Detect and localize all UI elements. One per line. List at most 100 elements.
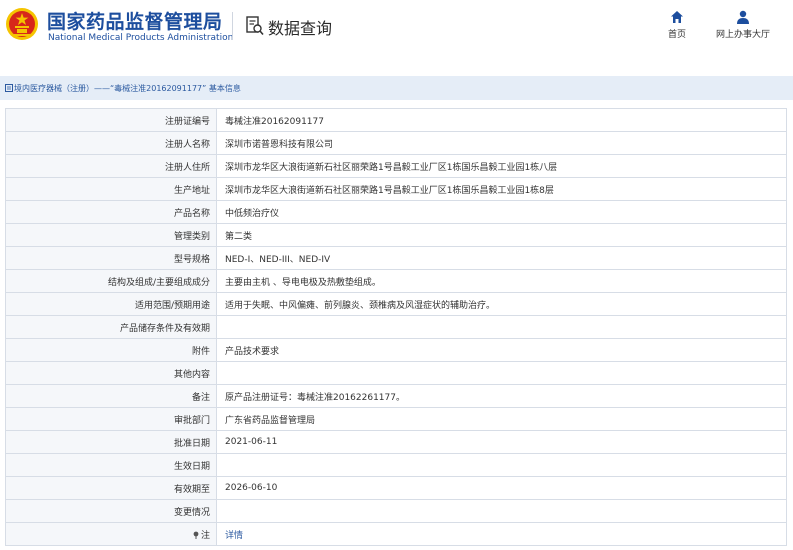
field-label-text: 有效期至 xyxy=(173,484,210,495)
field-label-text: 批准日期 xyxy=(173,438,210,449)
field-label: 备注 xyxy=(5,384,217,408)
field-label: 适用范围/预期用途 xyxy=(5,292,217,316)
data-query-icon xyxy=(246,16,264,36)
registration-detail-table: 注册证编号 毒械注准20162091177 注册人名称 深圳市诺普恩科技有限公司 注册人… xyxy=(5,108,787,546)
user-icon xyxy=(737,10,749,24)
table-row: 有效期至 2026-06-10 xyxy=(5,476,787,500)
field-label-text: 生效日期 xyxy=(173,461,210,472)
field-value: 深圳市龙华区大浪街道新石社区丽荣路1号昌毅工业厂区1栋国乐昌毅工业园1栋8层 xyxy=(216,177,787,201)
field-value-text: 广东省药品监督管理局 xyxy=(225,415,316,426)
field-label: 附件 xyxy=(5,338,217,362)
field-label-text: 其他内容 xyxy=(173,369,210,380)
field-value: 深圳市龙华区大浪街道新石社区丽荣路1号昌毅工业厂区1栋国乐昌毅工业园1栋八层 xyxy=(216,154,787,178)
field-label: 批准日期 xyxy=(5,430,217,454)
field-label-text: 注 xyxy=(200,530,210,541)
home-icon xyxy=(671,11,683,23)
table-row: 附件 产品技术要求 xyxy=(5,338,787,362)
field-label: 注册人名称 xyxy=(5,131,217,155)
section-title: 数据查询 xyxy=(268,19,333,38)
breadcrumb-trail[interactable]: 境内医疗器械（注册）——“毒械注准20162091177” 基本信息 xyxy=(5,83,241,94)
field-value: 广东省药品监督管理局 xyxy=(216,407,787,431)
field-label-text: 备注 xyxy=(191,392,210,403)
field-label-text: 产品名称 xyxy=(173,208,210,219)
table-row: 结构及组成/主要组成成分 主要由主机 、导电电极及热敷垫组成。 xyxy=(5,269,787,293)
table-row: 注册人名称 深圳市诺普恩科技有限公司 xyxy=(5,131,787,155)
field-value-text: 主要由主机 、导电电极及热敷垫组成。 xyxy=(225,277,381,288)
table-row: 型号规格 NED-I、NED-III、NED-IV xyxy=(5,246,787,270)
pin-icon xyxy=(193,531,199,539)
field-value-text: 2021-06-11 xyxy=(225,437,278,447)
field-value xyxy=(216,453,787,477)
field-label: 注册人住所 xyxy=(5,154,217,178)
field-label-text: 产品储存条件及有效期 xyxy=(119,323,210,334)
field-value-text: 毒械注准20162091177 xyxy=(225,116,324,127)
table-row: 管理类别 第二类 xyxy=(5,223,787,247)
field-label: 产品储存条件及有效期 xyxy=(5,315,217,339)
nav-home-label: 首页 xyxy=(667,30,686,40)
site-header: 国家药品监督管理局 National Medical Products Admi… xyxy=(0,0,793,62)
field-label: 有效期至 xyxy=(5,476,217,500)
field-label: 管理类别 xyxy=(5,223,217,247)
field-label-text: 附件 xyxy=(191,346,210,357)
document-icon xyxy=(5,84,13,92)
nav-online-office[interactable]: 网上办事大厅 xyxy=(708,10,778,40)
table-row: 备注 原产品注册证号：毒械注准20162261177。 xyxy=(5,384,787,408)
field-value: 2021-06-11 xyxy=(216,430,787,454)
national-emblem-icon xyxy=(6,8,38,40)
field-value xyxy=(216,315,787,339)
table-row: 产品储存条件及有效期 xyxy=(5,315,787,339)
field-value-text: 2026-06-10 xyxy=(225,483,278,493)
field-label: 其他内容 xyxy=(5,361,217,385)
table-row: 产品名称 中低频治疗仪 xyxy=(5,200,787,224)
field-label-text: 适用范围/预期用途 xyxy=(134,300,210,311)
field-value: 详情 xyxy=(216,522,787,546)
field-value-text: 原产品注册证号：毒械注准20162261177。 xyxy=(225,392,405,403)
brand-name-cn: 国家药品监督管理局 xyxy=(47,11,223,33)
field-label-text: 生产地址 xyxy=(173,185,210,196)
field-value: NED-I、NED-III、NED-IV xyxy=(216,246,787,270)
details-link[interactable]: 详情 xyxy=(225,531,243,541)
field-label-text: 结构及组成/主要组成成分 xyxy=(107,277,210,288)
field-label-text: 管理类别 xyxy=(173,231,210,242)
field-value xyxy=(216,499,787,523)
field-label: 生产地址 xyxy=(5,177,217,201)
table-row: 审批部门 广东省药品监督管理局 xyxy=(5,407,787,431)
field-value: 中低频治疗仪 xyxy=(216,200,787,224)
field-value: 深圳市诺普恩科技有限公司 xyxy=(216,131,787,155)
field-value xyxy=(216,361,787,385)
table-row: 其他内容 xyxy=(5,361,787,385)
table-row: 适用范围/预期用途 适用于失眠、中风偏瘫、前列腺炎、颈椎病及风湿症状的辅助治疗。 xyxy=(5,292,787,316)
field-value: 产品技术要求 xyxy=(216,338,787,362)
field-label: 型号规格 xyxy=(5,246,217,270)
field-label: 注 xyxy=(5,522,217,546)
field-value: 原产品注册证号：毒械注准20162261177。 xyxy=(216,384,787,408)
field-label: 注册证编号 xyxy=(5,108,217,132)
breadcrumb-text: 境内医疗器械（注册）——“毒械注准20162091177” 基本信息 xyxy=(14,84,241,93)
nav-home[interactable]: 首页 xyxy=(660,10,694,40)
field-value: 2026-06-10 xyxy=(216,476,787,500)
field-value-text: 产品技术要求 xyxy=(225,346,280,357)
table-row: 注册人住所 深圳市龙华区大浪街道新石社区丽荣路1号昌毅工业厂区1栋国乐昌毅工业园1… xyxy=(5,154,787,178)
header-divider xyxy=(232,12,233,40)
field-label: 审批部门 xyxy=(5,407,217,431)
field-value: 主要由主机 、导电电极及热敷垫组成。 xyxy=(216,269,787,293)
field-label: 结构及组成/主要组成成分 xyxy=(5,269,217,293)
brand-name-en: National Medical Products Administration xyxy=(48,33,234,43)
field-value-text: 深圳市诺普恩科技有限公司 xyxy=(225,139,334,150)
field-label: 生效日期 xyxy=(5,453,217,477)
field-label-text: 注册证编号 xyxy=(164,116,210,127)
table-row: 生产地址 深圳市龙华区大浪街道新石社区丽荣路1号昌毅工业厂区1栋国乐昌毅工业园1栋… xyxy=(5,177,787,201)
table-row: 注 详情 xyxy=(5,522,787,546)
field-value-text: 深圳市龙华区大浪街道新石社区丽荣路1号昌毅工业厂区1栋国乐昌毅工业园1栋八层 xyxy=(225,162,558,173)
field-value: 适用于失眠、中风偏瘫、前列腺炎、颈椎病及风湿症状的辅助治疗。 xyxy=(216,292,787,316)
field-label-text: 型号规格 xyxy=(173,254,210,265)
field-label-text: 注册人名称 xyxy=(164,139,210,150)
field-value-text: NED-I、NED-III、NED-IV xyxy=(225,254,331,265)
table-row: 变更情况 xyxy=(5,499,787,523)
field-label: 变更情况 xyxy=(5,499,217,523)
field-value-text: 中低频治疗仪 xyxy=(225,208,280,219)
field-value-text: 深圳市龙华区大浪街道新石社区丽荣路1号昌毅工业厂区1栋国乐昌毅工业园1栋8层 xyxy=(225,185,554,196)
field-label: 产品名称 xyxy=(5,200,217,224)
field-value-text: 适用于失眠、中风偏瘫、前列腺炎、颈椎病及风湿症状的辅助治疗。 xyxy=(225,300,496,311)
field-label-text: 变更情况 xyxy=(173,507,210,518)
